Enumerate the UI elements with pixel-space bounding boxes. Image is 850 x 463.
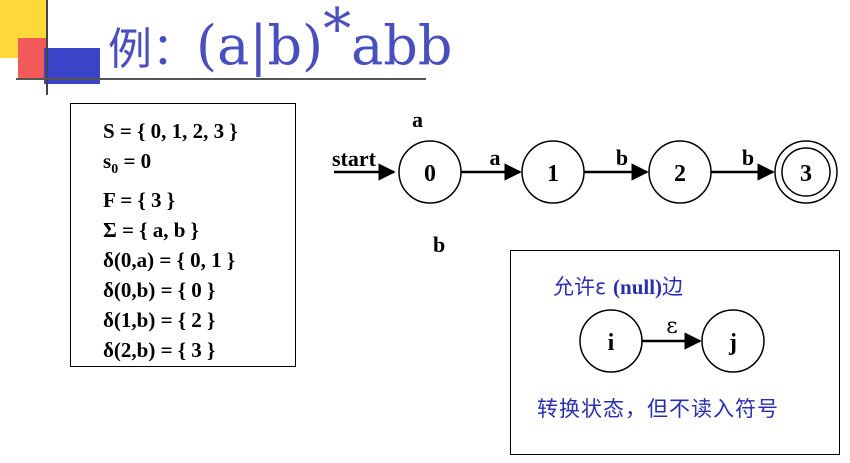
epsilon-caption: 转换状态，但不读入符号 [537, 397, 779, 421]
state-label: 3 [800, 161, 812, 187]
self-loop-a-label: a [412, 107, 423, 132]
state-j-label: j [728, 330, 737, 356]
state-i-label: i [608, 330, 615, 356]
state-label: 1 [547, 161, 559, 187]
epsilon-edge-label: ε [666, 314, 677, 339]
self-loop-b-label: b [433, 232, 445, 257]
start-label: start [332, 146, 377, 171]
epsilon-note-box: 允许ε (null)边 i j ε 转换状态，但不读入符号 [510, 250, 840, 455]
edge-label: a [490, 145, 501, 170]
state-label: 2 [674, 161, 686, 187]
edge-label: b [742, 145, 754, 170]
edge-label: b [616, 145, 628, 170]
epsilon-diagram: i j ε [579, 309, 765, 373]
state-label: 0 [424, 161, 436, 187]
